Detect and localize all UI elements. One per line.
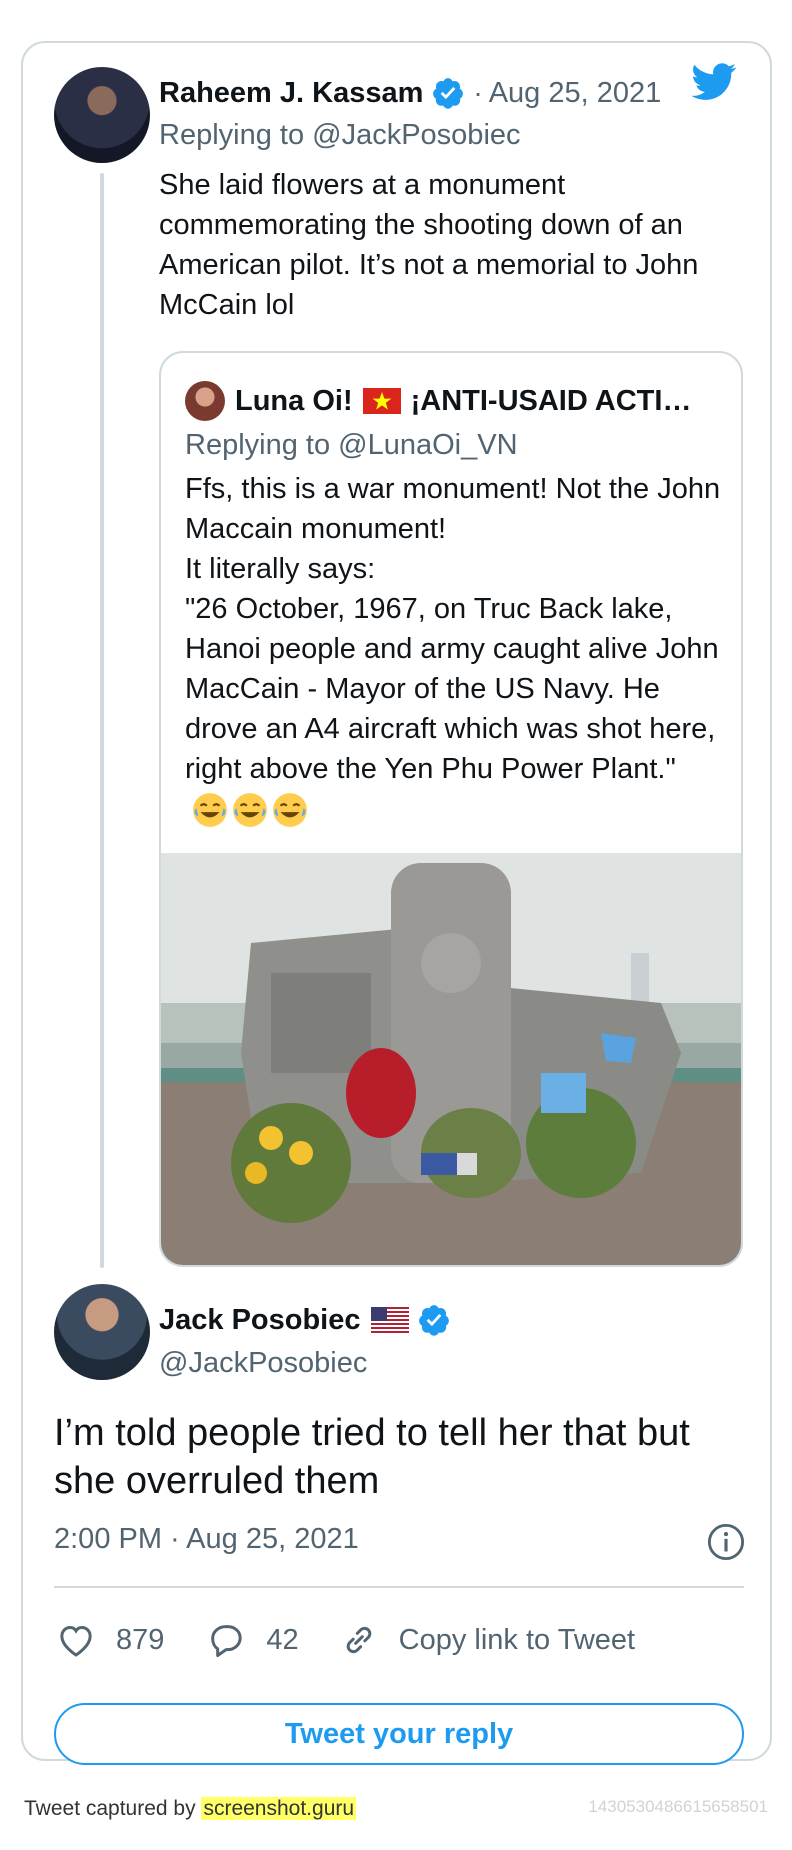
action-bar: 879 42 Copy link to Tweet [54, 1615, 635, 1665]
quoted-tweet[interactable]: Luna Oi! ¡ANTI-USAID ACTI… Replying to @… [159, 351, 743, 1267]
replying-to[interactable]: Replying to @JackPosobiec [159, 119, 521, 152]
reply-button[interactable]: 42 [206, 1620, 299, 1660]
tweet-card: Raheem J. Kassam · Aug 25, 2021 Replying… [21, 41, 772, 1765]
parent-tweet-text: She laid flowers at a monument commemora… [159, 169, 699, 321]
verified-badge-icon [433, 78, 464, 109]
main-author-handle[interactable]: @JackPosobiec [159, 1347, 367, 1380]
vietnam-flag-icon [362, 388, 401, 414]
parent-tweet-header: Raheem J. Kassam · Aug 25, 2021 [159, 73, 661, 113]
quoted-tweet-text-block: Ffs, this is a war monument! Not the Joh… [185, 469, 725, 829]
emoji-row [191, 791, 309, 829]
quoted-author-name: Luna Oi! [235, 384, 353, 417]
copy-link-label: Copy link to Tweet [398, 1623, 636, 1656]
war-monument-photo[interactable] [161, 853, 741, 1267]
link-icon [346, 1626, 371, 1654]
main-author-name[interactable]: Jack Posobiec [159, 1304, 361, 1337]
quoted-tweet-text: Ffs, this is a war monument! Not the Joh… [185, 473, 721, 785]
parent-tweet-date[interactable]: Aug 25, 2021 [489, 77, 662, 110]
like-button[interactable]: 879 [56, 1620, 164, 1660]
thread-line [100, 173, 104, 1268]
verified-badge-icon [418, 1305, 449, 1336]
divider [54, 1586, 744, 1588]
quoted-replying-to: Replying to @LunaOi_VN [185, 429, 518, 461]
main-tweet-timestamp[interactable]: 2:00 PM · Aug 25, 2021 [54, 1523, 359, 1556]
separator: · [473, 77, 483, 108]
like-count: 879 [116, 1623, 165, 1656]
avatar-raheem[interactable] [54, 67, 150, 163]
avatar-luna [185, 381, 225, 421]
main-tweet-header: Jack Posobiec [159, 1303, 451, 1337]
heart-icon [60, 1625, 92, 1657]
tweet-id: 1430530486615658501 [588, 1797, 768, 1816]
info-icon[interactable] [707, 1523, 745, 1561]
twitter-bird-icon[interactable] [691, 63, 737, 101]
face-with-tears-of-joy-icon [273, 793, 307, 828]
tweet-your-reply-button[interactable]: Tweet your reply [54, 1703, 744, 1765]
us-flag-icon [370, 1307, 409, 1333]
captured-by-text: Tweet captured by [24, 1797, 196, 1820]
quoted-author-name-tail: ¡ANTI-USAID ACTI… [410, 384, 692, 417]
author-name[interactable]: Raheem J. Kassam [159, 77, 423, 110]
face-with-tears-of-joy-icon [233, 793, 267, 828]
speech-bubble-icon [211, 1625, 243, 1657]
capture-credit: Tweet captured by screenshot.guru [24, 1797, 357, 1821]
face-with-tears-of-joy-icon [193, 793, 227, 828]
copy-link-button[interactable]: Copy link to Tweet [339, 1620, 635, 1660]
screenshot-guru-link[interactable]: screenshot.guru [201, 1797, 357, 1820]
avatar-jack[interactable] [54, 1284, 150, 1380]
quoted-tweet-header: Luna Oi! ¡ANTI-USAID ACTI… [235, 379, 725, 423]
main-tweet-text: I’m told people tried to tell her that b… [54, 1412, 690, 1502]
reply-count: 42 [266, 1623, 299, 1656]
